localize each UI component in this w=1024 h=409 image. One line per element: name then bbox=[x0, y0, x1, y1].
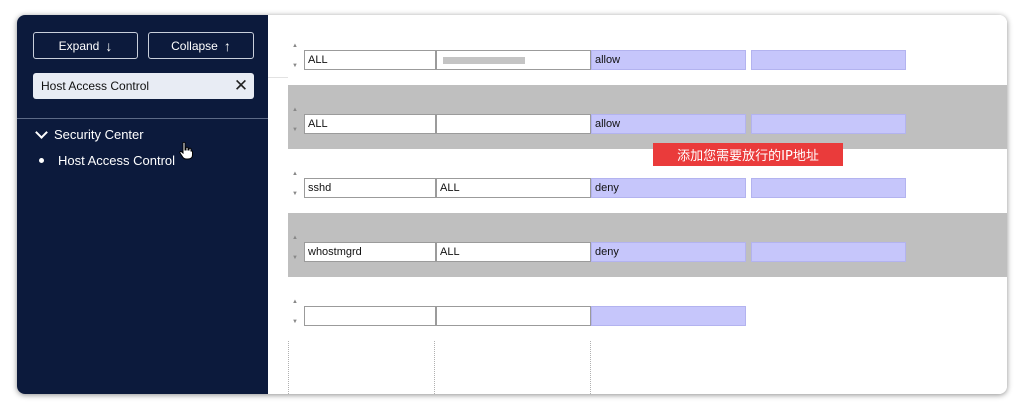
sidebar-divider bbox=[17, 118, 268, 119]
daemon-field-text: whostmgrd bbox=[308, 246, 362, 258]
action-field[interactable]: deny bbox=[591, 178, 746, 198]
action-field[interactable]: allow bbox=[591, 50, 746, 70]
tree-group-label: Security Center bbox=[54, 127, 144, 142]
table-row: ▲ ▼ bbox=[288, 277, 1007, 341]
action-field[interactable]: allow bbox=[591, 114, 746, 134]
arrow-up-icon: ↑ bbox=[223, 37, 231, 54]
options-field[interactable] bbox=[751, 242, 906, 262]
search-value: Host Access Control bbox=[41, 79, 150, 93]
bullet-icon bbox=[39, 158, 44, 163]
main-panel: ▲ ▼ ALL allow ▲ ▼ ALL allow ▲ ▼ sshd ALL deny ▲ ▼ whost… bbox=[268, 15, 1007, 394]
daemon-field[interactable]: ALL bbox=[304, 114, 436, 134]
client-field-text: ALL bbox=[440, 246, 460, 258]
daemon-field[interactable]: ALL bbox=[304, 50, 436, 70]
rules-grid: ▲ ▼ ALL allow ▲ ▼ ALL allow ▲ ▼ sshd ALL deny ▲ ▼ whost… bbox=[268, 21, 1007, 394]
table-row: ▲ ▼ sshd ALL deny bbox=[288, 149, 1007, 213]
action-field[interactable] bbox=[591, 306, 746, 326]
table-row: ▲ ▼ ALL allow bbox=[288, 85, 1007, 149]
daemon-field[interactable] bbox=[304, 306, 436, 326]
row-spinner-icon[interactable]: ▲ ▼ bbox=[292, 41, 300, 71]
close-icon[interactable]: ✕ bbox=[228, 76, 254, 96]
client-field[interactable]: ALL bbox=[436, 178, 591, 198]
row-spinner-icon[interactable]: ▲ ▼ bbox=[292, 233, 300, 263]
row-spinner-icon[interactable]: ▲ ▼ bbox=[292, 297, 300, 327]
chevron-down-icon bbox=[35, 126, 48, 139]
client-field-text: ALL bbox=[440, 182, 460, 194]
client-field[interactable] bbox=[436, 306, 591, 326]
daemon-field-text: sshd bbox=[308, 182, 332, 194]
app-window: Expand ↓ Collapse ↑ Host Access Control … bbox=[17, 15, 1007, 394]
search-input[interactable]: Host Access Control ✕ bbox=[33, 73, 254, 99]
table-row: ▲ ▼ whostmgrd ALL deny bbox=[288, 213, 1007, 277]
redacted-value bbox=[443, 57, 525, 64]
daemon-field-text: ALL bbox=[308, 118, 328, 130]
action-field-text: deny bbox=[595, 246, 619, 258]
tree-item-host-access-control[interactable]: Host Access Control bbox=[39, 153, 175, 168]
tree-item-label: Host Access Control bbox=[58, 153, 176, 168]
collapse-label: Collapse bbox=[171, 38, 218, 53]
expand-label: Expand bbox=[58, 38, 100, 53]
client-field[interactable] bbox=[436, 114, 591, 134]
daemon-field[interactable]: whostmgrd bbox=[304, 242, 436, 262]
action-field-text: deny bbox=[595, 182, 619, 194]
options-field[interactable] bbox=[751, 178, 906, 198]
collapse-button[interactable]: Collapse ↑ bbox=[148, 32, 254, 59]
options-field[interactable] bbox=[751, 114, 906, 134]
daemon-field[interactable]: sshd bbox=[304, 178, 436, 198]
row-spinner-icon[interactable]: ▲ ▼ bbox=[292, 169, 300, 199]
client-field[interactable]: ALL bbox=[436, 242, 591, 262]
sidebar: Expand ↓ Collapse ↑ Host Access Control … bbox=[17, 15, 268, 394]
tree-group-security-center[interactable]: Security Center bbox=[35, 126, 144, 142]
action-field[interactable]: deny bbox=[591, 242, 746, 262]
options-field[interactable] bbox=[751, 50, 906, 70]
arrow-down-icon: ↓ bbox=[105, 37, 113, 54]
action-field-text: allow bbox=[595, 54, 621, 66]
expand-button[interactable]: Expand ↓ bbox=[33, 32, 138, 59]
action-field-text: allow bbox=[595, 118, 621, 130]
annotation-label: 添加您需要放行的IP地址 bbox=[653, 143, 843, 166]
client-field[interactable] bbox=[436, 50, 591, 70]
daemon-field-text: ALL bbox=[308, 54, 328, 66]
hand-pointer-icon bbox=[179, 142, 193, 160]
table-row: ▲ ▼ ALL allow bbox=[288, 21, 1007, 85]
row-spinner-icon[interactable]: ▲ ▼ bbox=[292, 105, 300, 135]
